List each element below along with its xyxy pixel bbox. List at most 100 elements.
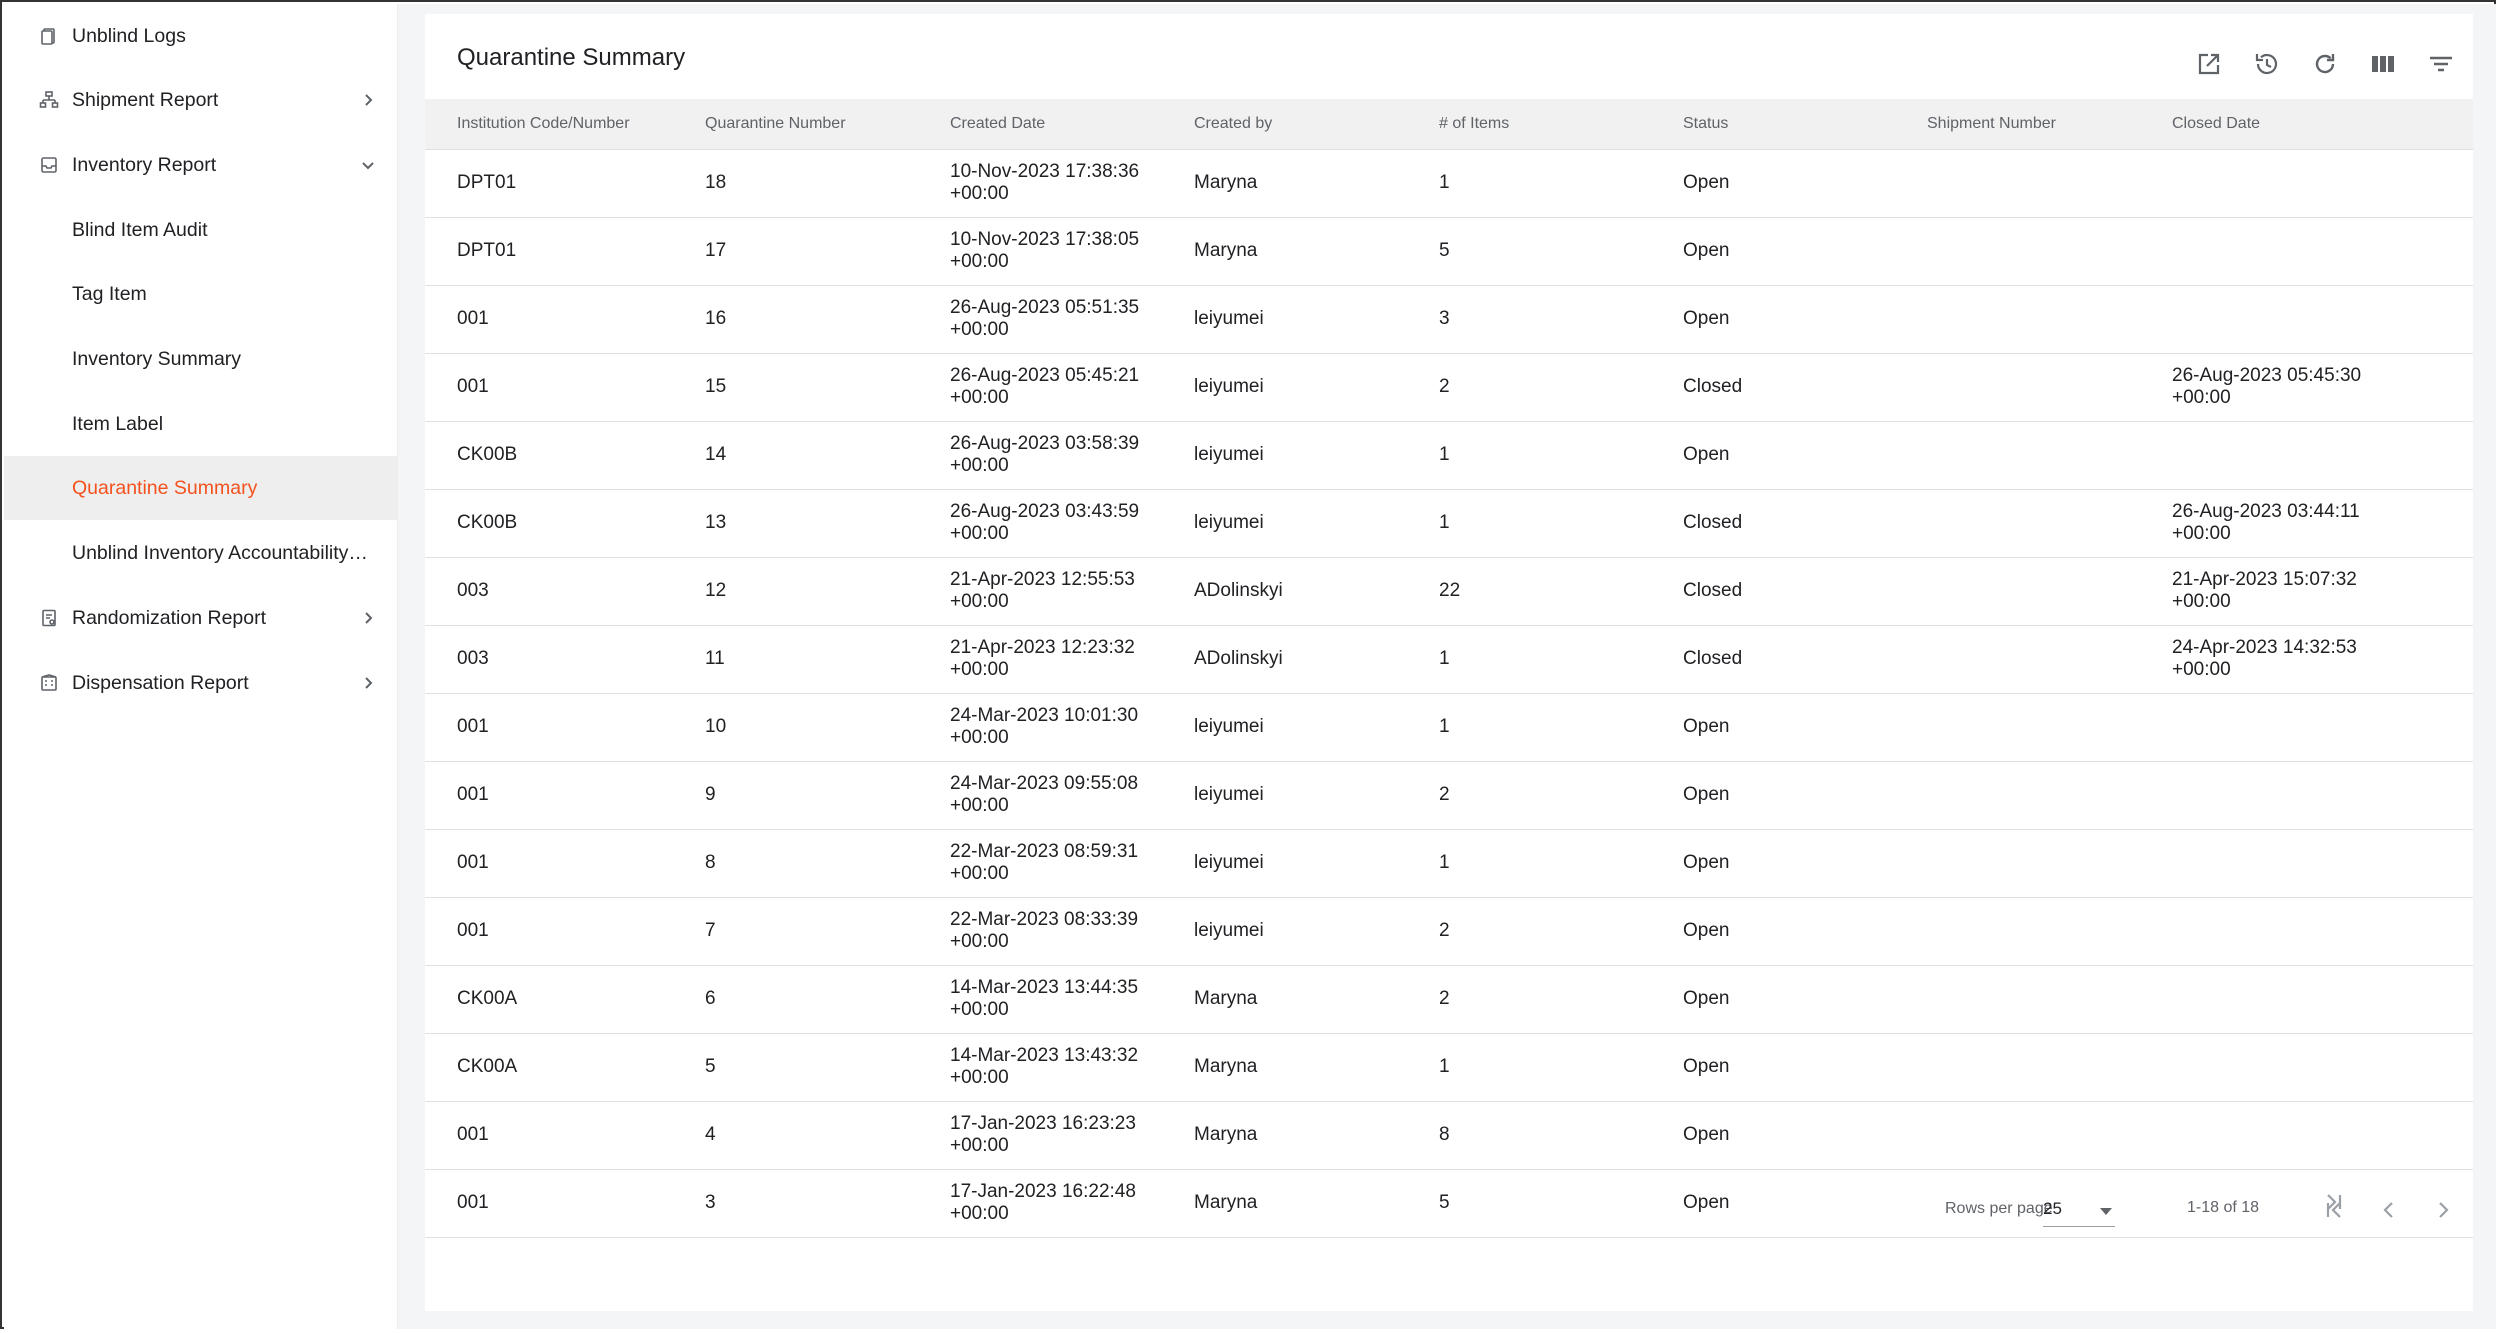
table-cell: CK00B (425, 421, 673, 490)
table-cell: 2 (1407, 761, 1651, 830)
history-icon[interactable] (2245, 42, 2289, 86)
cell-text: Closed (1683, 648, 1743, 669)
table-row[interactable]: CK00B 14 26-Aug-2023 03:58:39 +00:00 leiyum… (425, 421, 2473, 490)
table-row[interactable]: DPT01 18 10-Nov-2023 17:38:36 +00:00 Maryna… (425, 149, 2473, 218)
table-cell: 26-Aug-2023 03:44:11 +00:00 (2140, 489, 2473, 558)
sidebar-item-inventory-summary[interactable]: Inventory Summary (4, 327, 397, 391)
table-cell: DPT01 (425, 217, 673, 286)
sidebar-item-quarantine-summary[interactable]: Quarantine Summary (4, 456, 397, 520)
table-row[interactable]: 001 8 22-Mar-2023 08:59:31 +00:00 leiyumei 1… (425, 829, 2473, 898)
table-cell: 9 (673, 761, 918, 830)
sidebar-item-blind-item-audit[interactable]: Blind Item Audit (4, 198, 397, 262)
cell-text: leiyumei (1194, 376, 1264, 397)
table-cell: 15 (673, 353, 918, 422)
last-page-icon[interactable] (2321, 1190, 2345, 1219)
chevron-right-icon[interactable] (357, 89, 379, 111)
table-cell: 1 (1407, 1033, 1651, 1102)
table-cell: leiyumei (1162, 897, 1407, 966)
cell-text: Maryna (1194, 1056, 1258, 1077)
sidebar-item-unblind-inventory-accountability[interactable]: Unblind Inventory Accountability … (4, 521, 397, 585)
table-cell: Open (1651, 693, 1895, 762)
table-row[interactable]: 001 9 24-Mar-2023 09:55:08 +00:00 leiyumei 2… (425, 761, 2473, 830)
sidebar-item-randomization-report[interactable]: Randomization Report (4, 586, 397, 650)
next-page-icon[interactable] (2423, 1190, 2463, 1230)
table-row[interactable]: 003 11 21-Apr-2023 12:23:32 +00:00 ADolinsk… (425, 625, 2473, 694)
table-row[interactable]: 001 10 24-Mar-2023 10:01:30 +00:00 leiyumei… (425, 693, 2473, 762)
table-cell: 7 (673, 897, 918, 966)
cell-text: 003 (457, 580, 489, 601)
table-cell (1895, 965, 2140, 1034)
cell-text: 18 (705, 172, 727, 193)
sidebar-item-dispensation-report[interactable]: Dispensation Report (4, 651, 397, 715)
caret-down-icon (2099, 1204, 2113, 1222)
table-cell (1895, 557, 2140, 626)
sidebar-item-item-label[interactable]: Item Label (4, 392, 397, 456)
cell-text: 26-Aug-2023 03:58:39 +00:00 (950, 433, 1140, 476)
sidebar-item-inventory-report[interactable]: Inventory Report (4, 133, 397, 197)
rows-per-page-select[interactable]: 25 (2043, 1192, 2115, 1227)
sidebar-item-unblind-logs[interactable]: Unblind Logs (4, 4, 397, 68)
table-cell: leiyumei (1162, 489, 1407, 558)
cell-text: 8 (705, 852, 716, 873)
table-row[interactable]: CK00A 6 14-Mar-2023 13:44:35 +00:00 Maryna 2… (425, 965, 2473, 1034)
table-cell (2140, 1033, 2473, 1102)
table-cell: 22-Mar-2023 08:33:39 +00:00 (918, 897, 1162, 966)
cell-text: 10 (705, 716, 727, 737)
sidebar-item-label: Shipment Report (72, 88, 219, 111)
column-header[interactable]: Created Date (918, 99, 1162, 150)
table-row[interactable]: 001 15 26-Aug-2023 05:45:21 +00:00 leiyumei… (425, 353, 2473, 422)
column-header[interactable]: # of Items (1407, 99, 1651, 150)
table-cell: Open (1651, 829, 1895, 898)
table-cell: Open (1651, 761, 1895, 830)
cell-text: 14-Mar-2023 13:43:32 +00:00 (950, 1045, 1139, 1088)
filter-icon[interactable] (2419, 42, 2463, 86)
cell-text: 1 (1439, 852, 1450, 873)
building-icon (38, 672, 60, 694)
table-cell (1895, 421, 2140, 490)
column-header[interactable]: Created by (1162, 99, 1407, 150)
table-cell: ADolinskyi (1162, 557, 1407, 626)
table-cell: Closed (1651, 353, 1895, 422)
table-cell: Maryna (1162, 1169, 1407, 1238)
column-header[interactable]: Institution Code/Number (425, 99, 673, 150)
cell-text: leiyumei (1194, 512, 1264, 533)
column-header[interactable]: Status (1651, 99, 1895, 150)
column-header[interactable]: Closed Date (2140, 99, 2473, 150)
table-cell: 13 (673, 489, 918, 558)
cell-text: Maryna (1194, 988, 1258, 1009)
table-cell: Closed (1651, 557, 1895, 626)
cell-text: Open (1683, 784, 1730, 805)
table-row[interactable]: 001 7 22-Mar-2023 08:33:39 +00:00 leiyumei 2… (425, 897, 2473, 966)
table-row[interactable]: CK00B 13 26-Aug-2023 03:43:59 +00:00 leiyum… (425, 489, 2473, 558)
table-cell: 12 (673, 557, 918, 626)
chevron-down-icon[interactable] (357, 154, 379, 176)
table-row[interactable]: 001 16 26-Aug-2023 05:51:35 +00:00 leiyumei… (425, 285, 2473, 354)
cell-text: CK00B (457, 512, 518, 533)
table-row[interactable]: 001 4 17-Jan-2023 16:23:23 +00:00 Maryna 8 Op… (425, 1101, 2473, 1170)
table-row[interactable]: CK00A 5 14-Mar-2023 13:43:32 +00:00 Maryna 1… (425, 1033, 2473, 1102)
column-header[interactable]: Shipment Number (1895, 99, 2140, 150)
table-cell: Maryna (1162, 1033, 1407, 1102)
column-header[interactable]: Quarantine Number (673, 99, 918, 150)
cell-text: 001 (457, 920, 489, 941)
cell-text: 15 (705, 376, 727, 397)
report-icon (38, 607, 60, 629)
clipboard-icon (38, 25, 60, 47)
table-cell: 8 (1407, 1101, 1651, 1170)
table-row[interactable]: 003 12 21-Apr-2023 12:55:53 +00:00 ADolinsk… (425, 557, 2473, 626)
table-row[interactable]: DPT01 17 10-Nov-2023 17:38:05 +00:00 Maryna… (425, 217, 2473, 286)
columns-icon[interactable] (2361, 42, 2405, 86)
cell-text: 2 (1439, 920, 1450, 941)
sidebar-item-tag-item[interactable]: Tag Item (4, 262, 397, 326)
cell-text: Open (1683, 444, 1730, 465)
inbox-icon (38, 154, 60, 176)
chevron-right-icon[interactable] (357, 607, 379, 629)
open-external-icon[interactable] (2187, 42, 2231, 86)
refresh-icon[interactable] (2303, 42, 2347, 86)
table-cell: 24-Apr-2023 14:32:53 +00:00 (2140, 625, 2473, 694)
chevron-right-icon[interactable] (357, 672, 379, 694)
sidebar-item-shipment-report[interactable]: Shipment Report (4, 68, 397, 132)
previous-page-icon[interactable] (2369, 1190, 2409, 1230)
cell-text: 001 (457, 376, 489, 397)
cell-text: 26-Aug-2023 03:44:11 +00:00 (2172, 501, 2360, 544)
